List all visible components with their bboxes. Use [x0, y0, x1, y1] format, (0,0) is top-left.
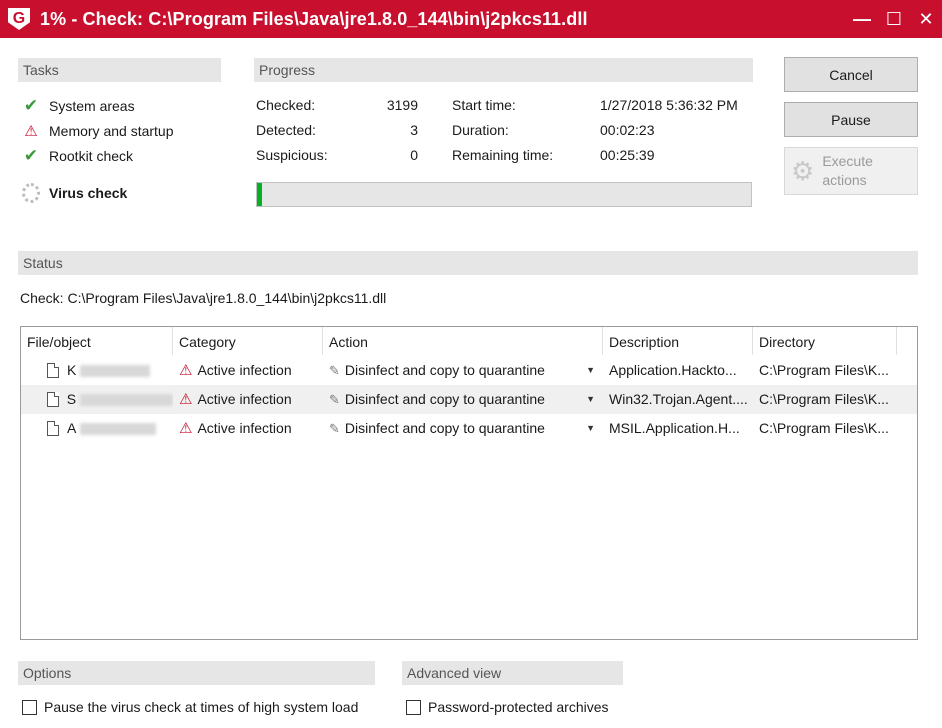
column-header-directory[interactable]: Directory	[753, 327, 897, 355]
action-dropdown[interactable]: ✎ Disinfect and copy to quarantine ▼	[323, 356, 603, 385]
directory-cell: C:\Program Files\K...	[759, 362, 889, 378]
minimize-button[interactable]: —	[846, 0, 878, 38]
checked-label: Checked:	[256, 97, 316, 113]
password-archives-option[interactable]: Password-protected archives	[406, 699, 609, 715]
start-time-label: Start time:	[452, 97, 516, 113]
remaining-time-value: 00:25:39	[600, 147, 655, 163]
table-row[interactable]: K ⚠ Active infection ✎ Disinfect and cop…	[21, 356, 917, 385]
task-label: Rootkit check	[49, 148, 134, 164]
wand-icon: ✎	[329, 363, 340, 378]
task-system-areas: ✔ System areas	[22, 96, 135, 116]
tasks-header: Tasks	[18, 58, 221, 82]
scan-progress-bar	[256, 182, 752, 207]
task-rootkit-check: ✔ Rootkit check	[22, 146, 133, 166]
duration-label: Duration:	[452, 122, 509, 138]
window-controls: — ☐ ✕	[846, 0, 942, 38]
description-cell: Win32.Trojan.Agent....	[609, 391, 748, 407]
file-icon	[47, 363, 59, 378]
column-header-description[interactable]: Description	[603, 327, 753, 355]
checked-value: 3199	[386, 97, 418, 113]
action-dropdown[interactable]: ✎ Disinfect and copy to quarantine ▼	[323, 414, 603, 443]
gear-icon: ⚙	[791, 155, 815, 186]
window-title: 1% - Check: C:\Program Files\Java\jre1.8…	[40, 8, 588, 29]
category-cell: ⚠ Active infection	[173, 414, 323, 443]
task-memory-startup: ⚠ Memory and startup	[22, 121, 174, 141]
advanced-view-header: Advanced view	[402, 661, 623, 685]
task-virus-check: Virus check	[22, 183, 127, 203]
wand-icon: ✎	[329, 421, 340, 436]
password-archives-checkbox[interactable]	[406, 699, 421, 715]
cancel-button[interactable]: Cancel	[784, 57, 918, 92]
status-path: Check: C:\Program Files\Java\jre1.8.0_14…	[20, 290, 387, 306]
task-label: Memory and startup	[49, 123, 174, 139]
progress-header: Progress	[254, 58, 753, 82]
category-cell: ⚠ Active infection	[173, 385, 323, 414]
suspicious-label: Suspicious:	[256, 147, 328, 163]
pause-high-load-checkbox[interactable]	[22, 699, 37, 715]
check-icon: ✔	[23, 96, 39, 115]
file-icon	[47, 421, 59, 436]
results-table[interactable]: File/object Category Action Description …	[20, 326, 918, 640]
category-cell: ⚠ Active infection	[173, 356, 323, 385]
directory-cell: C:\Program Files\K...	[759, 420, 889, 436]
password-archives-label: Password-protected archives	[428, 699, 609, 715]
status-header: Status	[18, 251, 918, 275]
warning-icon: ⚠	[179, 420, 193, 437]
chevron-down-icon[interactable]: ▼	[586, 385, 595, 414]
table-row[interactable]: S ⚠ Active infection ✎ Disinfect and cop…	[21, 385, 917, 414]
task-label: Virus check	[49, 185, 128, 201]
warning-icon: ⚠	[179, 391, 193, 408]
task-label: System areas	[49, 98, 135, 114]
wand-icon: ✎	[329, 392, 340, 407]
maximize-button[interactable]: ☐	[878, 0, 910, 38]
file-cell: K	[21, 356, 173, 385]
column-header-file[interactable]: File/object	[21, 327, 173, 355]
suspicious-value: 0	[410, 147, 418, 163]
warning-icon: ⚠	[179, 362, 193, 379]
check-icon: ✔	[23, 146, 39, 165]
file-icon	[47, 392, 59, 407]
file-cell: S	[21, 385, 173, 414]
start-time-value: 1/27/2018 5:36:32 PM	[600, 97, 738, 113]
remaining-time-label: Remaining time:	[452, 147, 554, 163]
warning-icon: ⚠	[24, 123, 38, 140]
duration-value: 00:02:23	[600, 122, 655, 138]
table-header: File/object Category Action Description …	[21, 327, 917, 355]
pause-high-load-option[interactable]: Pause the virus check at times of high s…	[22, 699, 358, 715]
title-bar: G 1% - Check: C:\Program Files\Java\jre1…	[0, 0, 942, 38]
chevron-down-icon[interactable]: ▼	[586, 356, 595, 385]
column-header-action[interactable]: Action	[323, 327, 603, 355]
execute-actions-label: Execute actions	[822, 153, 873, 188]
pause-button[interactable]: Pause	[784, 102, 918, 137]
detected-label: Detected:	[256, 122, 316, 138]
execute-actions-button[interactable]: ⚙ Execute actions	[784, 147, 918, 195]
progress-fill	[257, 183, 262, 206]
table-row[interactable]: A ⚠ Active infection ✎ Disinfect and cop…	[21, 414, 917, 443]
column-header-category[interactable]: Category	[173, 327, 323, 355]
directory-cell: C:\Program Files\K...	[759, 391, 889, 407]
action-dropdown[interactable]: ✎ Disinfect and copy to quarantine ▼	[323, 385, 603, 414]
chevron-down-icon[interactable]: ▼	[586, 414, 595, 443]
app-logo: G	[8, 8, 30, 30]
options-header: Options	[18, 661, 375, 685]
description-cell: MSIL.Application.H...	[609, 420, 740, 436]
close-button[interactable]: ✕	[910, 0, 942, 38]
detected-value: 3	[410, 122, 418, 138]
description-cell: Application.Hackto...	[609, 362, 737, 378]
pause-high-load-label: Pause the virus check at times of high s…	[44, 699, 359, 715]
spinner-icon	[22, 183, 40, 203]
file-cell: A	[21, 414, 173, 443]
